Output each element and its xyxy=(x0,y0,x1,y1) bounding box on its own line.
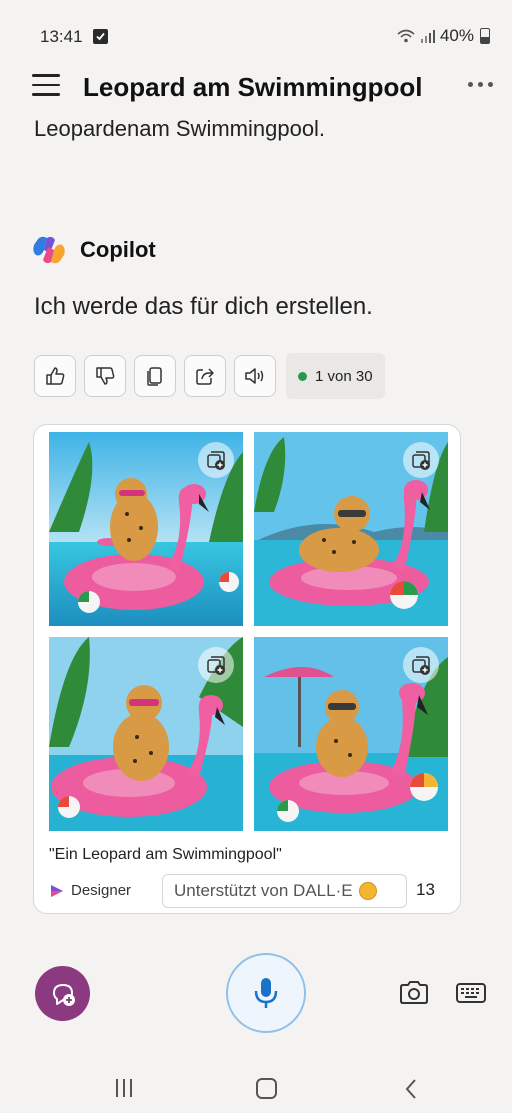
assistant-header: Copilot xyxy=(32,235,156,265)
read-aloud-button[interactable] xyxy=(234,355,276,397)
generated-image-3[interactable] xyxy=(49,637,243,831)
thumbs-down-button[interactable] xyxy=(84,355,126,397)
generated-image-2[interactable] xyxy=(254,432,448,626)
new-chat-button[interactable] xyxy=(35,966,90,1021)
save-to-collection-icon[interactable] xyxy=(198,647,234,683)
designer-label: Designer xyxy=(71,882,132,899)
counter-text: 1 von 30 xyxy=(315,367,373,385)
status-right: 40% xyxy=(396,26,490,46)
share-icon xyxy=(196,368,214,385)
more-icon[interactable] xyxy=(468,82,493,87)
image-caption: "Ein Leopard am Swimmingpool" xyxy=(49,846,282,863)
notification-check-icon xyxy=(93,29,108,44)
back-icon[interactable] xyxy=(404,1078,418,1100)
designer-logo-icon xyxy=(51,884,63,897)
generated-image-1[interactable] xyxy=(49,432,243,626)
status-bar: 13:41 40% xyxy=(0,0,512,70)
wifi-icon xyxy=(397,29,415,43)
generated-image-4[interactable] xyxy=(254,637,448,831)
save-to-collection-icon[interactable] xyxy=(403,442,439,478)
assistant-name: Copilot xyxy=(80,237,156,262)
share-button[interactable] xyxy=(184,355,226,397)
thumbs-up-icon xyxy=(46,367,65,385)
header: Leopard am Swimmingpool xyxy=(0,68,512,108)
designer-link[interactable]: Designer xyxy=(49,882,131,899)
microphone-icon xyxy=(254,978,278,1008)
recent-apps-icon[interactable] xyxy=(114,1077,134,1099)
new-chat-icon xyxy=(52,983,75,1006)
message-counter: 1 von 30 xyxy=(286,353,385,399)
battery-percent: 40% xyxy=(439,26,474,45)
image-card: "Ein Leopard am Swimmingpool" Designer U… xyxy=(33,424,461,914)
copilot-logo-icon xyxy=(33,236,65,264)
copy-icon xyxy=(147,367,162,386)
coin-count: 13 xyxy=(416,880,435,899)
copy-button[interactable] xyxy=(134,355,176,397)
dalle-text: Unterstützt von DALL·E xyxy=(174,881,353,900)
user-message: Leopardenam Swimmingpool. xyxy=(34,116,326,141)
status-time: 13:41 xyxy=(40,27,83,46)
assistant-message: Ich werde das für dich erstellen. xyxy=(34,293,373,320)
counter-dot-icon xyxy=(298,371,307,381)
home-icon[interactable] xyxy=(256,1078,277,1099)
thumbs-up-button[interactable] xyxy=(34,355,76,397)
keyboard-icon[interactable] xyxy=(456,982,486,1004)
microphone-button[interactable] xyxy=(226,953,306,1033)
dalle-badge: Unterstützt von DALL·E xyxy=(162,874,407,908)
signal-icon xyxy=(420,30,435,43)
save-to-collection-icon[interactable] xyxy=(198,442,234,478)
menu-icon[interactable] xyxy=(32,74,60,96)
speaker-icon xyxy=(245,368,264,384)
camera-icon[interactable] xyxy=(398,979,430,1007)
page-title: Leopard am Swimmingpool xyxy=(83,72,423,102)
battery-icon xyxy=(480,28,490,44)
save-to-collection-icon[interactable] xyxy=(403,647,439,683)
thumbs-down-icon xyxy=(96,367,115,385)
message-actions: 1 von 30 xyxy=(34,353,385,399)
coin-icon xyxy=(358,882,377,900)
